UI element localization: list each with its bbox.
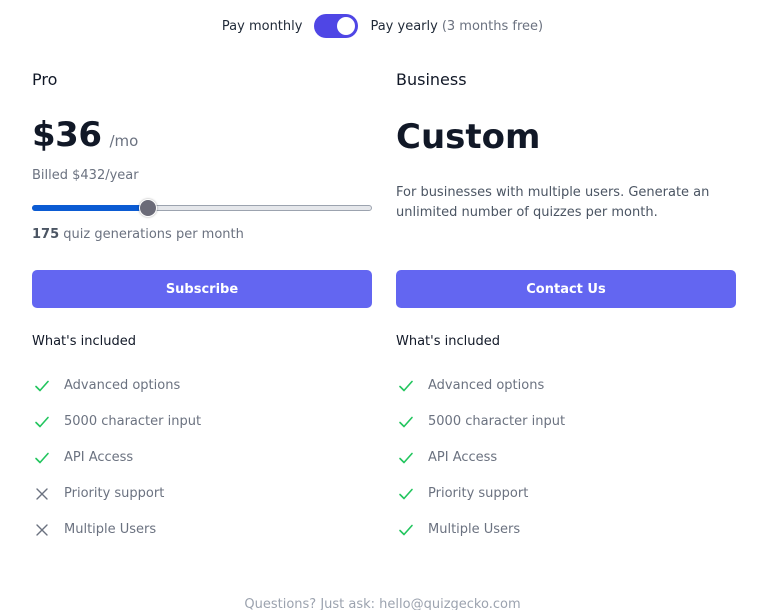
check-icon xyxy=(32,448,52,468)
feature-label: 5000 character input xyxy=(64,414,202,429)
check-icon xyxy=(396,484,416,504)
pay-monthly-label[interactable]: Pay monthly xyxy=(222,19,303,34)
plan-description: For businesses with multiple users. Gene… xyxy=(396,185,710,220)
footer-contact: Questions? Just ask: hello@quizgecko.com xyxy=(244,597,521,610)
feature-item: 5000 character input xyxy=(32,412,201,448)
generation-count: 175 quiz generations per month xyxy=(32,227,244,242)
contact-us-button[interactable]: Contact Us xyxy=(396,270,736,308)
feature-item: Advanced options xyxy=(396,376,565,412)
feature-item: API Access xyxy=(32,448,201,484)
feature-list: Advanced options 5000 character input API … xyxy=(32,376,201,556)
plan-name: Pro xyxy=(32,70,58,89)
check-icon xyxy=(396,412,416,432)
billing-toggle-row: Pay monthly Pay yearly (3 months free) xyxy=(0,12,765,40)
feature-label: API Access xyxy=(64,450,134,465)
check-icon xyxy=(32,376,52,396)
x-icon xyxy=(32,520,52,540)
feature-label: Priority support xyxy=(64,486,165,501)
price-period: /mo xyxy=(109,132,139,150)
feature-item: Multiple Users xyxy=(32,520,201,556)
feature-item: Advanced options xyxy=(32,376,201,412)
feature-label: 5000 character input xyxy=(428,414,566,429)
billing-period-toggle[interactable] xyxy=(314,14,359,38)
subscribe-button[interactable]: Subscribe xyxy=(32,270,372,308)
whats-included-title: What's included xyxy=(396,334,500,349)
feature-label: Multiple Users xyxy=(428,522,521,537)
plan-price: Custom xyxy=(396,117,541,157)
x-icon xyxy=(32,484,52,504)
toggle-knob xyxy=(337,17,356,35)
feature-item: Priority support xyxy=(32,484,201,520)
plan-price: $36 xyxy=(32,115,102,155)
check-icon xyxy=(396,448,416,468)
feature-item: API Access xyxy=(396,448,565,484)
check-icon xyxy=(32,412,52,432)
feature-item: Priority support xyxy=(396,484,565,520)
price-row: $36 /mo xyxy=(32,115,138,155)
feature-item: Multiple Users xyxy=(396,520,565,556)
generation-count-suffix: quiz generations per month xyxy=(63,227,244,242)
feature-label: API Access xyxy=(428,450,498,465)
yearly-discount-note: (3 months free) xyxy=(441,18,544,34)
feature-label: Advanced options xyxy=(428,378,545,393)
generation-count-value: 175 xyxy=(32,227,60,242)
slider-thumb[interactable] xyxy=(139,199,157,217)
slider-fill xyxy=(32,205,148,211)
feature-label: Multiple Users xyxy=(64,522,157,537)
check-icon xyxy=(396,376,416,396)
feature-list: Advanced options 5000 character input API … xyxy=(396,376,565,556)
feature-label: Priority support xyxy=(428,486,529,501)
plan-name: Business xyxy=(396,70,467,89)
feature-label: Advanced options xyxy=(64,378,181,393)
whats-included-title: What's included xyxy=(32,334,136,349)
billed-amount: Billed $432/year xyxy=(32,168,139,183)
check-icon xyxy=(396,520,416,540)
quiz-generations-slider[interactable] xyxy=(32,199,372,217)
pay-yearly-label[interactable]: Pay yearly xyxy=(370,19,437,34)
feature-item: 5000 character input xyxy=(396,412,565,448)
